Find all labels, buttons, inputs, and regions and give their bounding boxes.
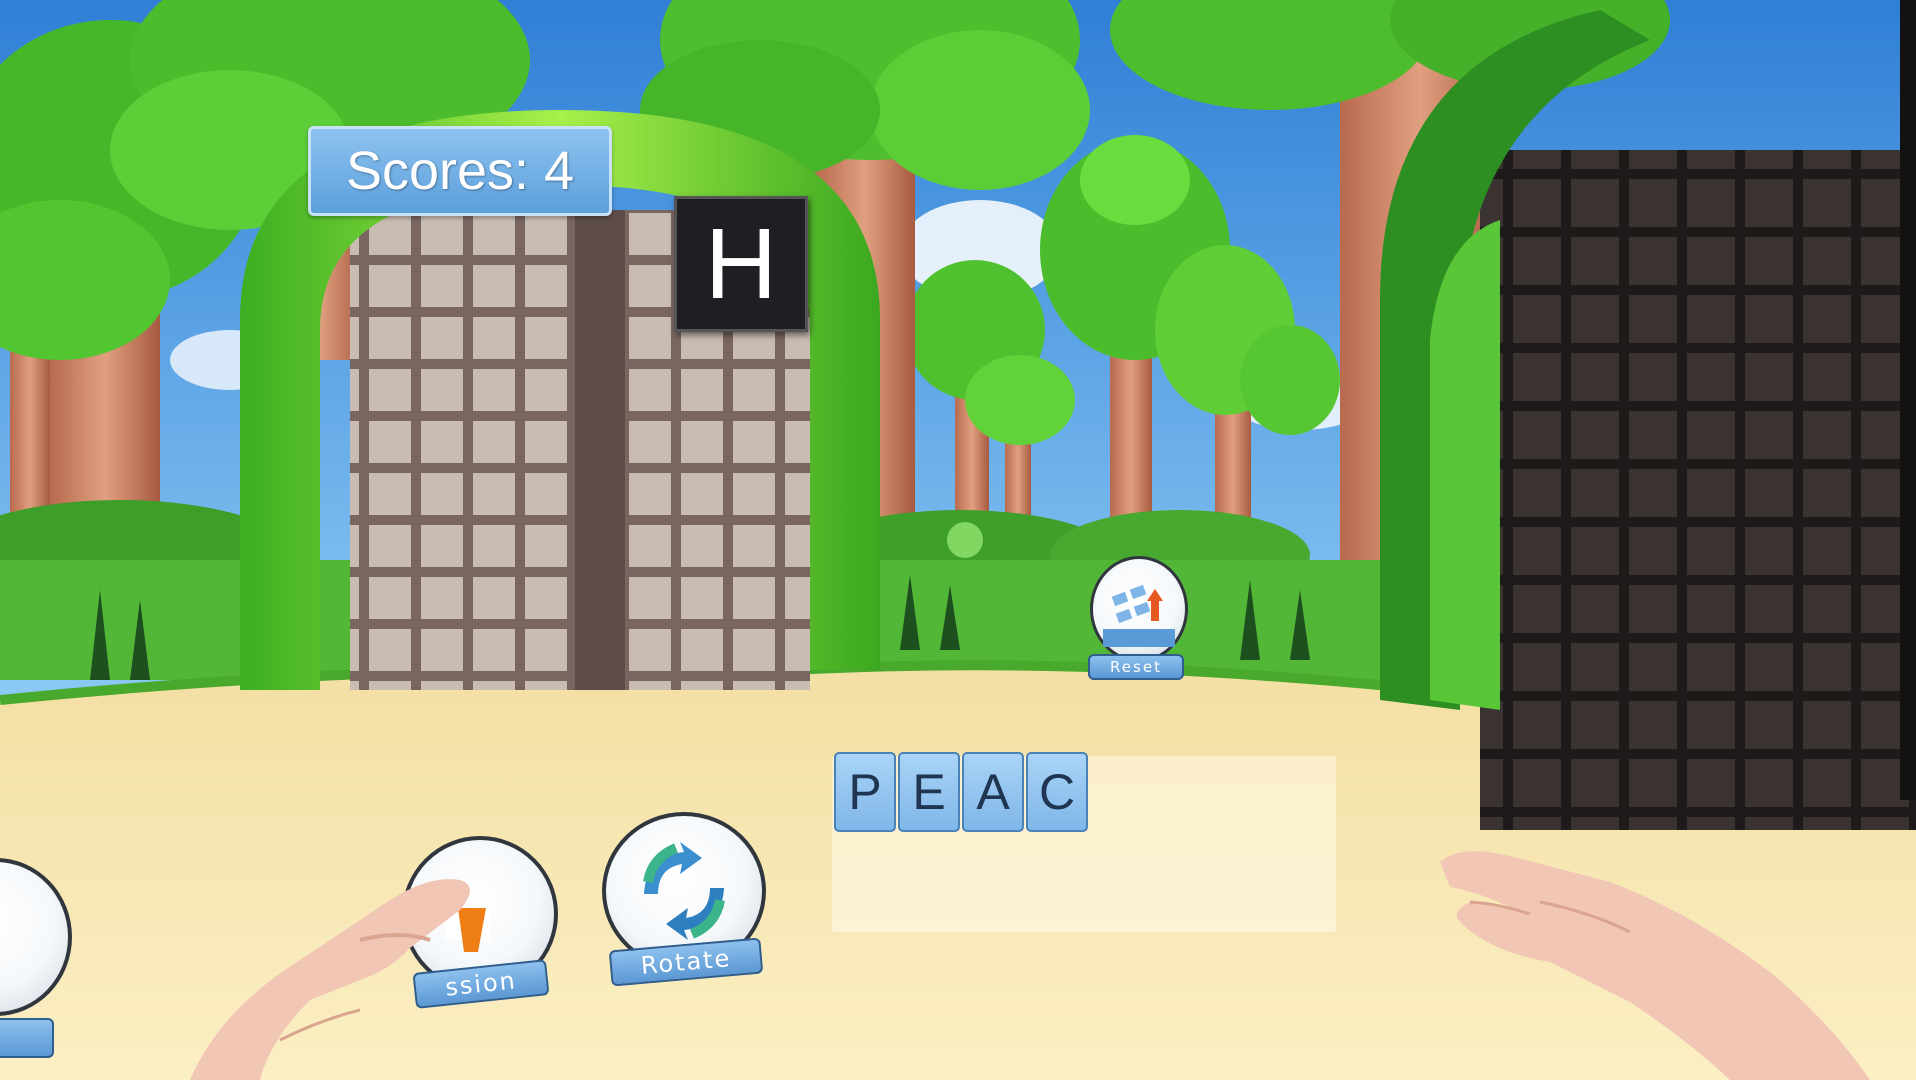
- left-hand: [190, 879, 470, 1080]
- falling-letter-block[interactable]: H: [674, 196, 808, 332]
- score-text: Scores: 4: [345, 141, 575, 201]
- rotate-button[interactable]: Rotate: [598, 812, 770, 992]
- word-tiles: P E A C: [834, 752, 1088, 832]
- left-tool-orb: [0, 858, 72, 1016]
- falling-letter: H: [704, 207, 778, 320]
- left-tool-ribbon: [0, 1018, 54, 1058]
- letter-tile-text: P: [848, 764, 882, 820]
- score-panel: Scores: 4: [308, 126, 612, 216]
- reset-orb: [1090, 556, 1188, 662]
- reset-icon: [1103, 584, 1175, 647]
- letter-tile[interactable]: A: [962, 752, 1024, 832]
- right-hand: [1440, 851, 1870, 1080]
- reset-button[interactable]: Reset: [1088, 556, 1190, 686]
- letter-tile[interactable]: C: [1026, 752, 1088, 832]
- reset-label: Reset: [1088, 654, 1184, 680]
- letter-tile[interactable]: P: [834, 752, 896, 832]
- letter-tile-text: A: [976, 764, 1010, 820]
- left-tool-button[interactable]: [0, 858, 72, 1068]
- letter-tile-text: E: [912, 764, 946, 820]
- letter-tile-text: C: [1038, 764, 1076, 820]
- letter-tile[interactable]: E: [898, 752, 960, 832]
